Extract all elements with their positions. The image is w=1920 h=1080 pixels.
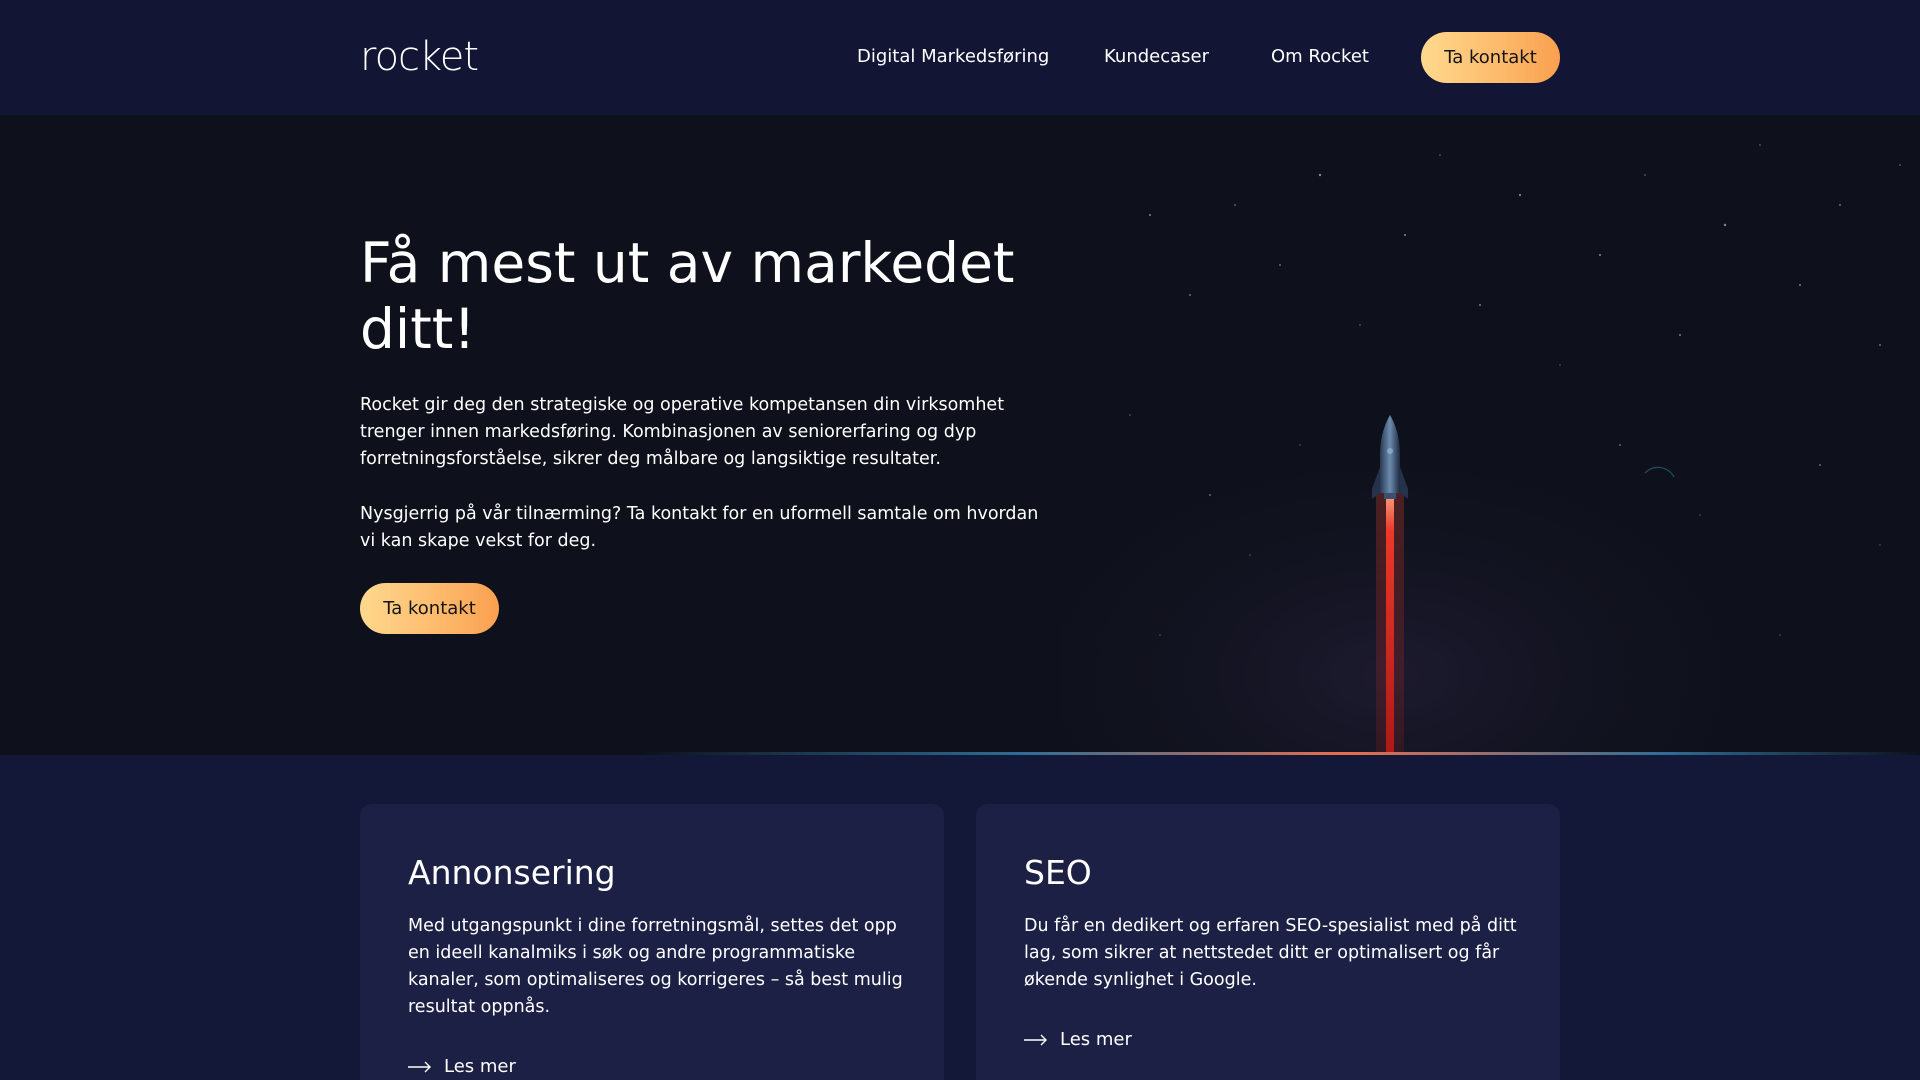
nav-link-kundecaser[interactable]: Kundecaser <box>1104 45 1209 69</box>
nav-link-om-rocket[interactable]: Om Rocket <box>1271 45 1369 69</box>
read-more-label: Les mer <box>1060 1029 1132 1050</box>
read-more-label: Les mer <box>444 1056 516 1077</box>
site-header: rocket Digital Markedsføring Kundecaser … <box>0 0 1920 115</box>
hero-title: Få mest ut av markedet ditt! <box>360 231 1015 361</box>
hero-section: Få mest ut av markedet ditt! Rocket gir … <box>0 115 1920 755</box>
card-title: Annonsering <box>408 853 616 892</box>
nebula-glow <box>1060 415 1810 755</box>
card-description: Med utgangspunkt i dine forretningsmål, … <box>408 916 903 1017</box>
arrow-right-icon <box>1024 1034 1047 1046</box>
logo[interactable]: rocket <box>360 33 479 81</box>
contact-button-header[interactable]: Ta kontakt <box>1421 32 1560 83</box>
horizon-line <box>640 752 1920 755</box>
hero-paragraph: Rocket gir deg den strategiske og operat… <box>360 395 1005 469</box>
arrow-right-icon <box>408 1061 431 1073</box>
rocket-illustration <box>1060 144 1901 755</box>
read-more-link-annonsering[interactable]: Les mer <box>408 1055 516 1079</box>
hero-paragraph-secondary: Nysgjerrig på vår tilnærming? Ta kontakt… <box>360 504 1039 551</box>
card-title: SEO <box>1024 853 1092 892</box>
card-description: Du får en dedikert og erfaren SEO-spesia… <box>1024 916 1517 990</box>
contact-button-hero[interactable]: Ta kontakt <box>360 583 499 634</box>
service-card-seo: SEO Du får en dedikert og erfaren SEO-sp… <box>976 804 1560 1080</box>
service-card-annonsering: Annonsering Med utgangspunkt i dine forr… <box>360 804 944 1080</box>
nav-link-digital-markedsforing[interactable]: Digital Markedsføring <box>857 45 1049 69</box>
rocket-trail <box>1386 492 1394 752</box>
read-more-link-seo[interactable]: Les mer <box>1024 1028 1132 1052</box>
page: rocket Digital Markedsføring Kundecaser … <box>0 0 1920 1080</box>
